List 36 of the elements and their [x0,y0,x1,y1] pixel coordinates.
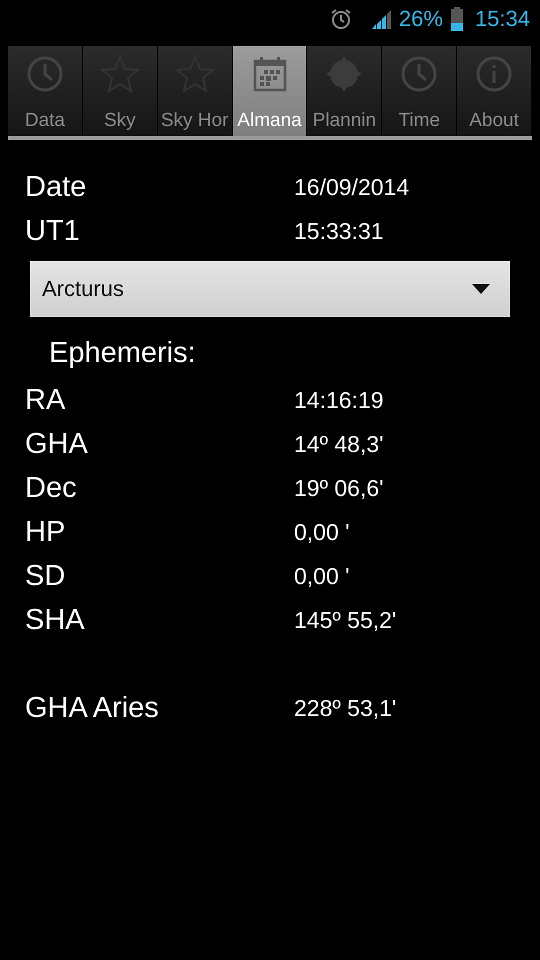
alarm-icon [328,7,353,31]
field-label: Dec [25,472,78,504]
field-label: GHA Aries [25,692,160,724]
section-title: Ephemeris: [49,337,197,370]
field-value: 0,00 ' [294,562,350,590]
clock-time: 15:34 [474,6,530,32]
field-value: 16/09/2014 [294,174,410,200]
clock-icon [24,54,65,94]
tab[interactable]: Data [8,46,83,136]
field-label: RA [25,384,66,416]
tab[interactable]: Plannin [307,46,382,136]
tab[interactable]: Sky Hor [158,46,233,136]
field-value: 228º 53,1' [294,694,396,722]
field-label: SHA [25,604,86,636]
field-label: HP [25,516,66,548]
tab[interactable]: Sky [82,46,158,136]
field-label: UT1 [25,214,81,248]
tab[interactable]: About [457,46,532,136]
signal-icon [370,8,393,30]
star-dropdown[interactable]: Arcturus [30,261,510,317]
battery-percent: 26% [398,6,443,32]
clock-icon [399,54,440,94]
field-value: 15:33:31 [294,218,384,244]
field-value: 0,00 ' [294,518,350,546]
tab[interactable]: Almana [232,46,308,136]
field-value: 145º 55,2' [294,606,396,634]
field-value: 14:16:19 [294,386,384,414]
battery-icon [450,7,463,31]
tab[interactable]: Time [382,46,458,136]
info-icon [474,54,514,94]
field-label: GHA [25,428,89,460]
field-value: 19º 06,6' [294,474,384,502]
field-label: SD [25,560,66,592]
field-value: 14º 48,3' [294,430,384,458]
field-label: Date [25,170,88,204]
caret-icon [472,284,490,294]
